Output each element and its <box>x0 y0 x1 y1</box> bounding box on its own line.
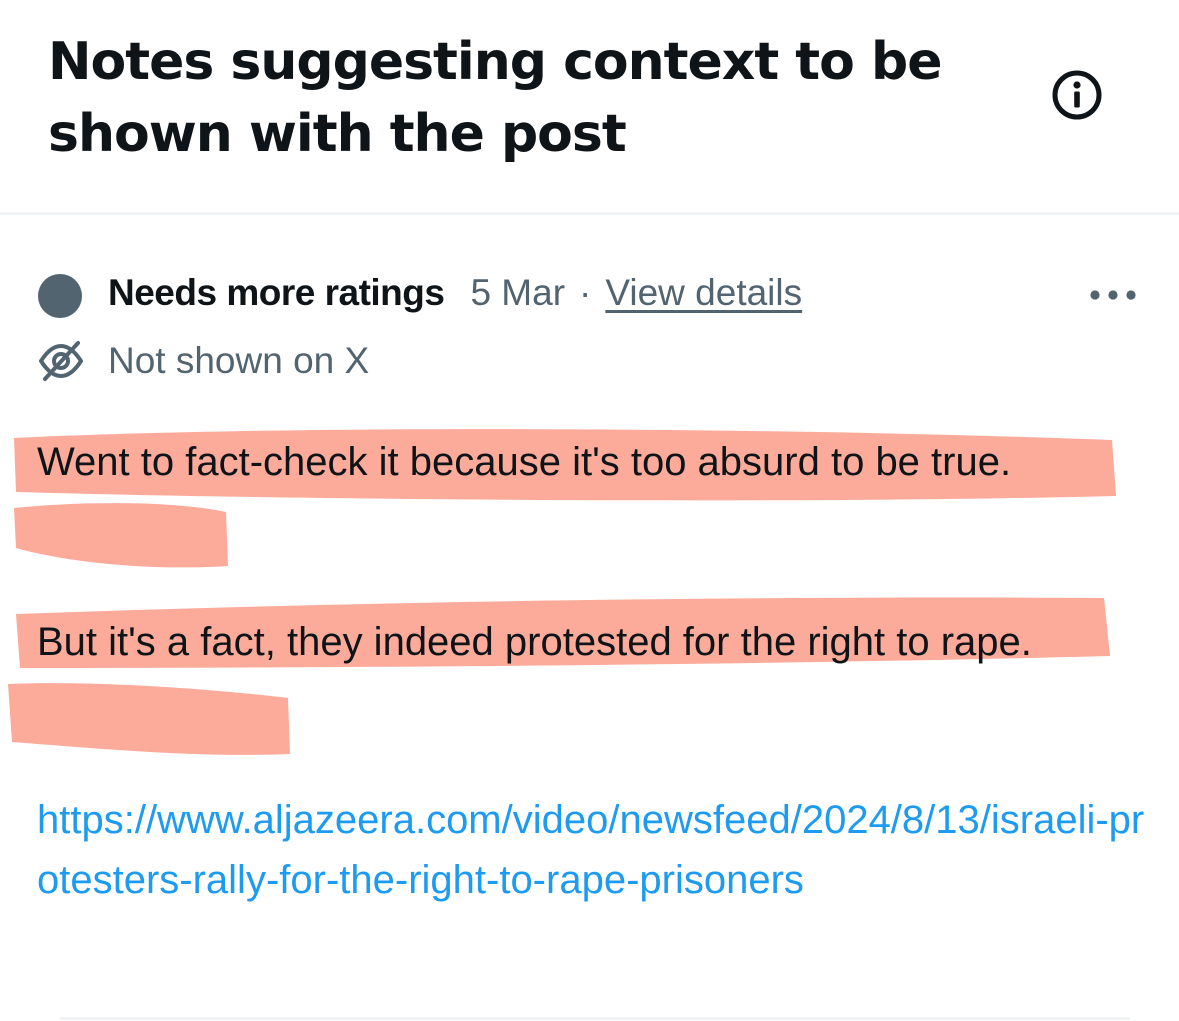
note-paragraph: But it's a fact, they indeed protested f… <box>37 620 1032 664</box>
eye-off-icon <box>39 341 83 381</box>
note-meta: Needs more ratings 5 Mar · View details <box>108 268 802 318</box>
more-icon[interactable] <box>1086 282 1140 308</box>
header-divider <box>0 212 1179 215</box>
source-link[interactable]: https://www.aljazeera.com/video/newsfeed… <box>37 790 1147 910</box>
note-date: 5 Mar <box>470 272 566 313</box>
info-icon[interactable] <box>1050 68 1104 122</box>
note-paragraph: Went to fact-check it because it's too a… <box>37 440 1012 484</box>
status-dot-icon <box>38 274 82 318</box>
bottom-divider <box>60 1017 1130 1020</box>
visibility-label: Not shown on X <box>108 340 370 381</box>
highlight-stroke <box>8 683 290 755</box>
highlight-stroke <box>14 503 228 568</box>
status-label: Needs more ratings <box>108 272 445 313</box>
view-details-link[interactable]: View details <box>605 272 802 314</box>
meta-separator: · <box>579 272 592 313</box>
visibility-status: Not shown on X <box>38 336 369 386</box>
page-title: Notes suggesting context to be shown wit… <box>48 32 942 164</box>
